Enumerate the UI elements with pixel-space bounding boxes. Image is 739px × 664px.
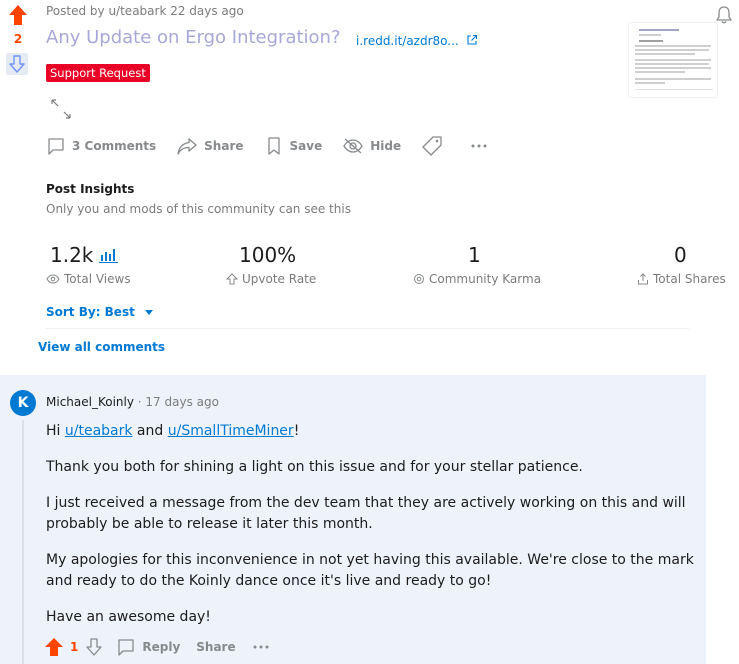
avatar[interactable]: K (10, 390, 36, 416)
post-meta: Posted by u/teabark 22 days ago (46, 4, 244, 18)
stat-shares-value: 0 (674, 243, 687, 267)
mention-link[interactable]: u/SmallTimeMiner (168, 423, 294, 439)
post-title[interactable]: Any Update on Ergo Integration? (46, 27, 341, 48)
reply-button[interactable]: Reply (116, 637, 180, 657)
hide-label: Hide (370, 139, 402, 153)
bar-chart-icon[interactable] (99, 247, 119, 263)
greeting-text: Hi (46, 423, 65, 439)
post-flair[interactable]: Support Request (46, 64, 150, 82)
comment-header: Michael_Koinly · 17 days ago (46, 395, 219, 409)
more-dots-icon[interactable] (252, 640, 270, 654)
comment-icon (48, 138, 64, 155)
view-all-comments-link[interactable]: View all comments (38, 340, 165, 354)
eye-slash-icon (343, 138, 363, 154)
external-link-icon (467, 34, 477, 45)
caret-down-icon (144, 310, 153, 315)
post-thumbnail[interactable] (628, 22, 718, 98)
upvote-arrow-icon[interactable] (44, 637, 64, 657)
comment-paragraph: I just received a message from the dev t… (46, 495, 686, 532)
greeting-text: ! (293, 423, 300, 439)
stat-label-text: Total Views (64, 272, 131, 286)
tag-icon (422, 136, 442, 156)
hide-button[interactable]: Hide (342, 136, 401, 156)
comment-paragraph: Have an awesome day! (46, 609, 211, 625)
stat-label-upvote-rate: Upvote Rate (226, 272, 316, 286)
divider (46, 328, 689, 329)
stat-label-views: Total Views (46, 272, 131, 286)
post-score: 2 (13, 32, 23, 46)
thread-line[interactable] (22, 420, 24, 664)
more-dots-icon (471, 144, 487, 148)
stat-label-karma: Community Karma (413, 272, 541, 286)
sort-label: Sort By: Best (46, 305, 135, 319)
share-label: Share (204, 139, 244, 153)
comment-time: · 17 days ago (137, 395, 219, 409)
downvote-arrow-icon (9, 55, 25, 73)
post-link[interactable]: i.redd.it/azdr8o... (356, 34, 478, 48)
stat-karma-value: 1 (468, 243, 481, 267)
stat-label-shares: Total Shares (637, 272, 726, 286)
comment-paragraph: My apologies for this inconvenience in n… (46, 552, 694, 589)
upvote-arrow-icon[interactable] (8, 4, 28, 26)
insights-title: Post Insights (46, 182, 135, 196)
comment-body: Hi u/teabark and u/SmallTimeMiner! Thank… (46, 421, 696, 643)
comment-share-button[interactable]: Share (196, 640, 235, 654)
upvote-outline-icon (226, 273, 238, 285)
comment-paragraph: Thank you both for shining a light on th… (46, 459, 583, 475)
sort-dropdown[interactable]: Sort By: Best (46, 305, 154, 319)
share-icon (177, 138, 197, 155)
more-options-button[interactable] (469, 136, 495, 156)
eye-icon (46, 274, 60, 284)
bookmark-icon (267, 137, 280, 155)
stat-label-text: Upvote Rate (242, 272, 317, 286)
stat-value: 1.2k (50, 243, 94, 267)
save-button[interactable]: Save (264, 136, 323, 156)
reply-label: Reply (142, 640, 181, 654)
greeting-text: and (132, 423, 168, 439)
comments-label: 3 Comments (72, 139, 157, 153)
comment-action-bar: 1 Reply Share (44, 637, 270, 657)
save-label: Save (289, 139, 323, 153)
expand-icon[interactable] (50, 98, 72, 120)
post-action-bar: 3 Comments Share Save Hide (46, 134, 515, 158)
stat-total-views: 1.2k (50, 243, 119, 267)
stat-upvote-rate-value: 100% (239, 243, 297, 267)
tag-button[interactable] (421, 135, 449, 157)
comment-greeting: Hi u/teabark and u/SmallTimeMiner! (46, 421, 696, 442)
stat-label-text: Community Karma (429, 272, 542, 286)
notification-bell-icon[interactable] (714, 5, 734, 25)
comment-icon (118, 639, 135, 656)
karma-icon (414, 274, 424, 284)
downvote-button[interactable] (6, 53, 28, 75)
comment-author[interactable]: Michael_Koinly (46, 395, 134, 409)
mention-link[interactable]: u/teabark (65, 423, 133, 439)
comments-button[interactable]: 3 Comments (46, 136, 156, 156)
share-icon (638, 273, 648, 285)
post-link-text[interactable]: i.redd.it/azdr8o... (356, 34, 459, 48)
stat-label-text: Total Shares (653, 272, 726, 286)
share-button[interactable]: Share (176, 136, 244, 156)
insights-subtitle: Only you and mods of this community can … (46, 202, 351, 216)
comment-score: 1 (70, 640, 79, 654)
downvote-arrow-icon[interactable] (84, 637, 104, 657)
